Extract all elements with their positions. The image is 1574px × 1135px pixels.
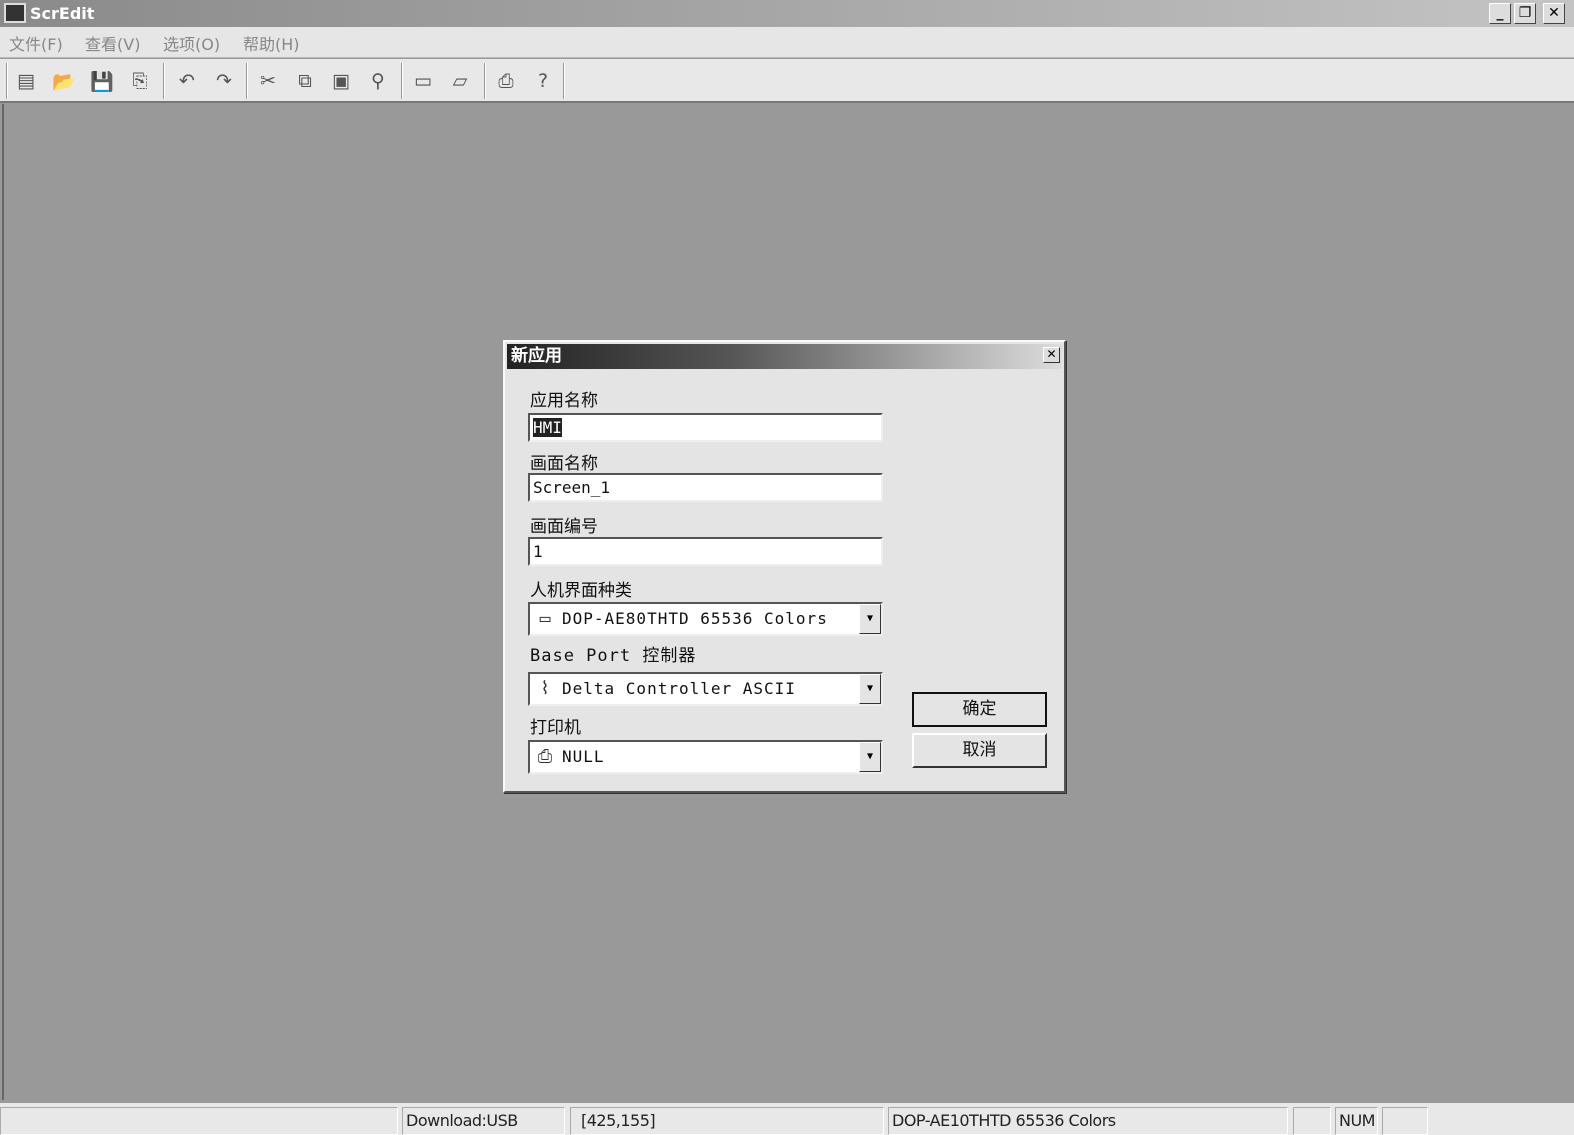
toolbar: ▤ 📂 💾 ⎘ ↶ ↷ ✂ ⧉ ▣ ⚲ ▭ ▱ ⎙? (0, 59, 1574, 103)
controller-select[interactable]: ⌇ Delta Controller ASCII ▼ (528, 672, 883, 706)
window-title: ScrEdit (30, 4, 95, 23)
menu-file[interactable]: 文件(F) (9, 31, 63, 55)
cut-icon[interactable]: ✂ (255, 68, 281, 94)
dialog-close-button[interactable]: ✕ (1043, 347, 1060, 363)
controller-label: Base Port 控制器 (530, 646, 697, 666)
chevron-down-icon[interactable]: ▼ (859, 674, 881, 704)
printer-select[interactable]: ⎙ NULL ▼ (528, 740, 883, 774)
close-button[interactable]: ✕ (1543, 3, 1565, 24)
paste-icon[interactable]: ▣ (328, 68, 354, 94)
printer-icon: ⎙ (537, 746, 553, 767)
new-screen-icon[interactable]: ▭ (410, 68, 436, 94)
controller-value: Delta Controller ASCII (562, 679, 796, 698)
toolbar-separator (401, 63, 403, 99)
hmi-type-label: 人机界面种类 (530, 581, 632, 601)
minimize-button[interactable]: _ (1489, 3, 1511, 24)
status-pane-message (0, 1107, 398, 1135)
toolbar-separator (246, 63, 248, 99)
chevron-down-icon[interactable]: ▼ (859, 604, 881, 634)
hmi-type-select[interactable]: ▭ DOP-AE80THTD 65536 Colors ▼ (528, 602, 883, 636)
toolbar-separator (163, 63, 165, 99)
screen-number-label: 画面编号 (530, 517, 598, 537)
cable-icon: ⌇ (540, 678, 550, 699)
restore-button[interactable]: ❐ (1514, 3, 1536, 24)
screen-name-input[interactable]: Screen_1 (528, 473, 883, 502)
status-pane-scroll (1382, 1107, 1428, 1135)
status-coordinates: [425,155] (570, 1107, 884, 1135)
menu-options[interactable]: 选项(O) (163, 31, 220, 55)
app-name-label: 应用名称 (530, 391, 598, 411)
status-num: NUM (1335, 1107, 1378, 1135)
printer-label: 打印机 (530, 718, 581, 738)
status-model: DOP-AE10THTD 65536 Colors (888, 1107, 1288, 1135)
menu-help[interactable]: 帮助(H) (243, 31, 300, 55)
menu-bar: 文件(F) 查看(V) 选项(O) 帮助(H) (0, 27, 1574, 58)
cancel-button[interactable]: 取消 (912, 733, 1047, 768)
chevron-down-icon[interactable]: ▼ (859, 742, 881, 772)
ok-button[interactable]: 确定 (912, 692, 1047, 727)
redo-icon[interactable]: ↷ (211, 68, 237, 94)
app-name-value: HMI (533, 418, 562, 437)
screen-name-label: 画面名称 (530, 454, 598, 474)
save-icon[interactable]: 💾 (89, 68, 115, 94)
open-icon[interactable]: 📂 (51, 68, 77, 94)
save-as-icon[interactable]: ⎘ (127, 68, 153, 94)
menu-view[interactable]: 查看(V) (85, 31, 140, 55)
help-icon[interactable]: ? (530, 68, 556, 94)
copy-icon[interactable]: ⧉ (292, 68, 318, 94)
status-download: Download:USB (402, 1107, 565, 1135)
open-screen-icon[interactable]: ▱ (447, 68, 473, 94)
toolbar-separator (563, 63, 565, 99)
toolbar-grip (6, 63, 8, 99)
printer-value: NULL (562, 747, 605, 766)
print-icon[interactable]: ⎙ (493, 68, 519, 94)
toolbar-separator (484, 63, 486, 99)
new-application-dialog: 新应用 ✕ 应用名称 HMI 画面名称 Screen_1 画面编号 1 人机界面… (503, 340, 1066, 793)
monitor-icon: ▭ (539, 608, 551, 629)
new-file-icon[interactable]: ▤ (13, 68, 39, 94)
undo-icon[interactable]: ↶ (174, 68, 200, 94)
app-name-input[interactable]: HMI (528, 413, 883, 442)
app-icon (4, 3, 26, 23)
title-bar: ScrEdit _ ❐ ✕ (0, 0, 1574, 27)
status-pane-caps (1293, 1107, 1331, 1135)
screen-number-input[interactable]: 1 (528, 537, 883, 566)
find-icon[interactable]: ⚲ (365, 68, 391, 94)
dialog-title: 新应用 (507, 344, 1062, 369)
hmi-type-value: DOP-AE80THTD 65536 Colors (562, 609, 828, 628)
status-bar: Download:USB [425,155] DOP-AE10THTD 6553… (0, 1103, 1574, 1135)
